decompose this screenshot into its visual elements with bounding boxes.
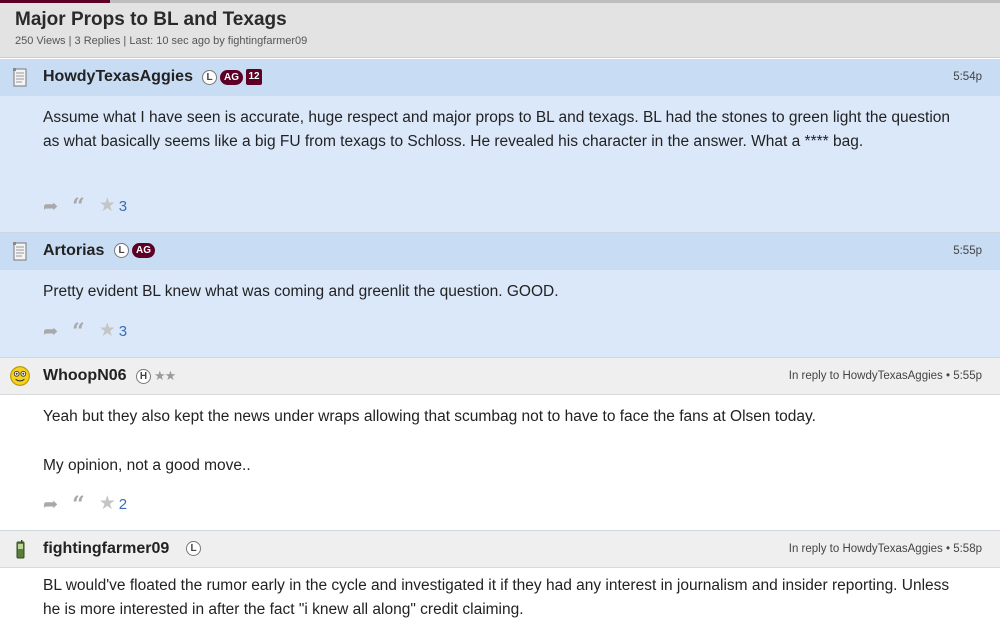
post-text: My opinion, not a good move.. (43, 457, 251, 474)
post-header: HowdyTexasAggies L AG 12 5:54p (0, 59, 1000, 96)
post-text: BL would've floated the rumor early in t… (43, 577, 950, 618)
quote-icon[interactable]: “ (72, 495, 85, 513)
star-icon[interactable]: ★ (99, 494, 116, 514)
post-header: Artorias L AG 5:55p (0, 233, 1000, 270)
thread-title: Major Props to BL and Texags (15, 9, 287, 30)
badge-ag: AG (220, 69, 243, 85)
post-body: Yeah but they also kept the news under w… (0, 395, 1000, 530)
phone-icon (16, 540, 25, 559)
post-time: In reply to HowdyTexasAggies • 5:58p (789, 543, 982, 555)
reply-icon[interactable]: ➦ (43, 196, 58, 216)
badge-h: H (136, 368, 151, 384)
star-count[interactable]: 2 (119, 496, 127, 513)
quote-icon[interactable]: “ (72, 197, 85, 215)
badge-ag: AG (132, 243, 155, 258)
post-body: Pretty evident BL knew what was coming a… (0, 270, 1000, 357)
star-count[interactable]: 3 (119, 198, 127, 215)
user-badges: L (186, 541, 201, 556)
post: WhoopN06 H ★★ In reply to HowdyTexasAggi… (0, 358, 1000, 530)
post: Artorias L AG 5:55p Pretty evident BL kn… (0, 233, 1000, 357)
badge-l: L (186, 541, 201, 556)
post-text: Pretty evident BL knew what was coming a… (43, 283, 559, 300)
star-count[interactable]: 3 (119, 323, 127, 340)
smiley-icon (10, 366, 30, 386)
reply-icon[interactable]: ➦ (43, 321, 58, 341)
star-icon[interactable]: ★ (99, 196, 116, 216)
post: fightingfarmer09 L In reply to HowdyTexa… (0, 531, 1000, 627)
badge-l: L (114, 243, 129, 258)
thread-meta: 250 Views | 3 Replies | Last: 10 sec ago… (15, 35, 308, 47)
badge-l: L (202, 69, 217, 85)
user-badges: H ★★ (136, 368, 176, 384)
post-actions: ➦ “ ★ 3 (43, 321, 127, 342)
document-icon (13, 68, 27, 87)
post-header: WhoopN06 H ★★ In reply to HowdyTexasAggi… (0, 358, 1000, 395)
post-time: 5:55p (953, 245, 982, 257)
document-icon (13, 242, 27, 261)
in-reply-to-link[interactable]: In reply to HowdyTexasAggies • 5:58p (789, 543, 982, 555)
post-body: Assume what I have seen is accurate, hug… (0, 96, 1000, 232)
post-time: In reply to HowdyTexasAggies • 5:55p (789, 370, 982, 382)
rank-stars: ★★ (154, 368, 176, 383)
post-header: fightingfarmer09 L In reply to HowdyTexa… (0, 531, 1000, 568)
thread-header: Major Props to BL and Texags 250 Views |… (0, 3, 1000, 58)
reply-icon[interactable]: ➦ (43, 494, 58, 514)
quote-icon[interactable]: “ (72, 322, 85, 340)
badge-12: 12 (246, 69, 262, 85)
post-text: Assume what I have seen is accurate, hug… (43, 109, 951, 150)
post-body: BL would've floated the rumor early in t… (0, 568, 1000, 627)
post: HowdyTexasAggies L AG 12 5:54p Assume wh… (0, 59, 1000, 232)
username[interactable]: HowdyTexasAggies (43, 68, 193, 86)
post-actions: ➦ “ ★ 2 (43, 494, 127, 515)
username[interactable]: Artorias (43, 242, 104, 260)
post-time: 5:54p (953, 71, 982, 83)
star-icon[interactable]: ★ (99, 321, 116, 341)
post-text: Yeah but they also kept the news under w… (43, 408, 816, 425)
username[interactable]: fightingfarmer09 (43, 540, 169, 558)
user-badges: L AG 12 (202, 69, 262, 85)
username[interactable]: WhoopN06 (43, 367, 127, 385)
in-reply-to-link[interactable]: In reply to HowdyTexasAggies • 5:55p (789, 370, 982, 382)
post-actions: ➦ “ ★ 3 (43, 196, 127, 217)
user-badges: L AG (114, 243, 155, 258)
